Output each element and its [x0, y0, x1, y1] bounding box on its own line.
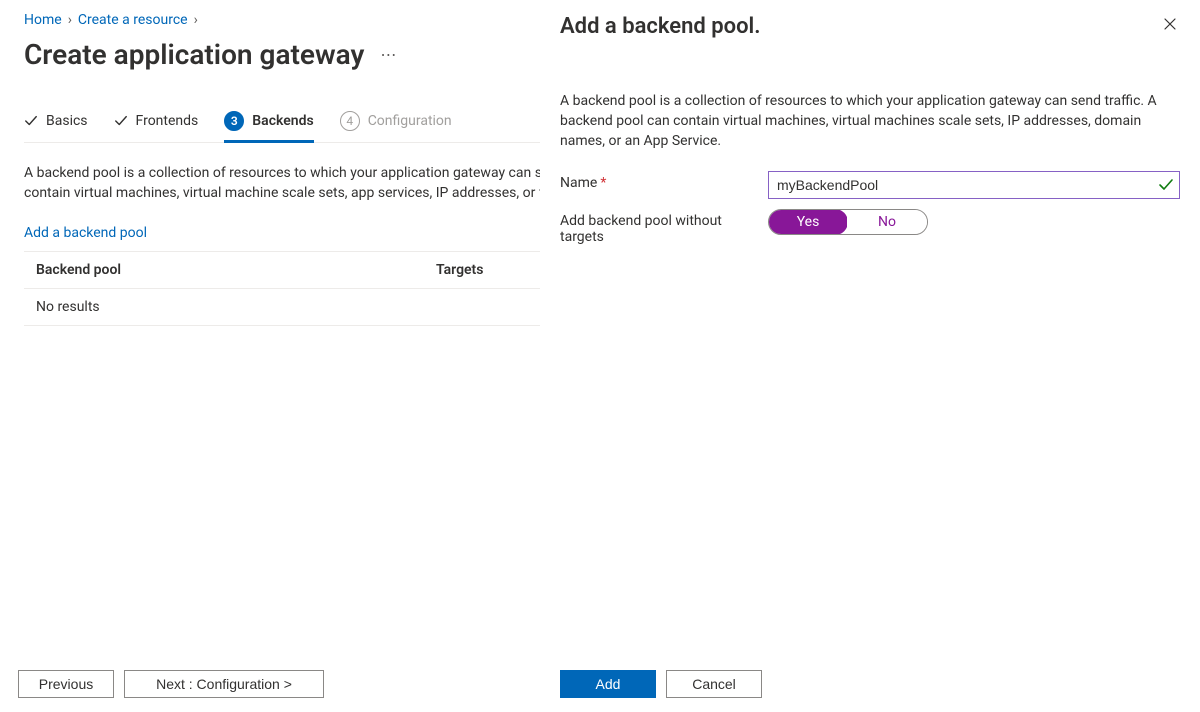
toggle-no[interactable]: No [847, 210, 927, 234]
tab-backends[interactable]: 3 Backends [224, 99, 313, 142]
breadcrumb-home[interactable]: Home [24, 12, 62, 28]
tab-label: Backends [252, 113, 313, 129]
name-label-text: Name [560, 175, 597, 191]
required-asterisk: * [600, 175, 606, 191]
name-control [768, 171, 1180, 199]
tab-label: Frontends [136, 113, 199, 129]
col-backend-pool: Backend pool [36, 262, 436, 278]
panel-description: A backend pool is a collection of resour… [560, 91, 1180, 151]
add-backend-pool-panel: Add a backend pool. A backend pool is a … [540, 0, 1200, 712]
form-row-name: Name* [560, 171, 1180, 199]
breadcrumb-create-resource[interactable]: Create a resource [78, 12, 188, 28]
valid-check-icon [1158, 177, 1174, 193]
tab-frontends[interactable]: Frontends [114, 99, 199, 142]
chevron-right-icon: › [194, 12, 198, 28]
add-button[interactable]: Add [560, 670, 656, 698]
tab-label: Basics [46, 113, 88, 129]
panel-title: Add a backend pool. [560, 14, 761, 39]
tab-label: Configuration [368, 113, 452, 129]
check-icon [24, 114, 38, 128]
check-icon [114, 114, 128, 128]
no-targets-toggle: Yes No [768, 209, 928, 235]
step-number-badge: 3 [224, 111, 244, 131]
panel-header: Add a backend pool. [560, 14, 1180, 39]
no-targets-label: Add backend pool without targets [560, 209, 768, 245]
backend-pool-name-input[interactable] [768, 171, 1180, 199]
previous-button[interactable]: Previous [18, 670, 114, 698]
wizard-footer: Previous Next : Configuration > [18, 670, 324, 698]
step-number-badge: 4 [340, 111, 360, 131]
tab-basics[interactable]: Basics [24, 99, 88, 142]
name-label: Name* [560, 171, 768, 191]
chevron-right-icon: › [68, 12, 72, 28]
add-backend-pool-link[interactable]: Add a backend pool [24, 225, 147, 241]
more-actions-icon[interactable]: ⋯ [380, 45, 398, 64]
form-row-no-targets: Add backend pool without targets Yes No [560, 209, 1180, 245]
table-empty-text: No results [36, 299, 436, 315]
next-button[interactable]: Next : Configuration > [124, 670, 324, 698]
no-targets-control: Yes No [768, 209, 1180, 235]
panel-footer: Add Cancel [560, 670, 762, 698]
close-icon[interactable] [1160, 14, 1180, 34]
page-title: Create application gateway [24, 38, 364, 71]
cancel-button[interactable]: Cancel [666, 670, 762, 698]
toggle-yes[interactable]: Yes [768, 209, 848, 235]
tab-configuration[interactable]: 4 Configuration [340, 99, 452, 142]
